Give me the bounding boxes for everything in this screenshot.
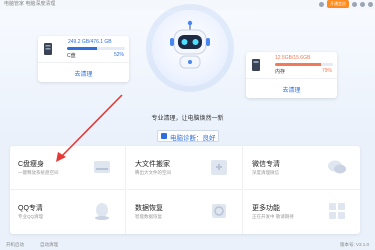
disk-divider (38, 62, 129, 63)
tool-title: 更多功能 (252, 205, 280, 212)
tool-title: QQ专清 (18, 205, 43, 212)
title-actions: 开通会员 (319, 0, 373, 8)
disk-percent: 52% (113, 52, 124, 58)
tool-subtitle: 一键释放系统盘空间 (18, 170, 59, 175)
memory-bar (275, 63, 333, 66)
memory-card: 12.5GB/15.6GB 内存 79% 去清理 (246, 52, 337, 98)
vip-button[interactable]: 开通会员 (327, 0, 349, 8)
memory-divider (246, 78, 337, 79)
diagnosis-button[interactable]: 电脑诊断：良好 (157, 130, 219, 142)
disk-usage: 249.2 GB/476.1 GB (68, 39, 112, 45)
disk-bar (67, 47, 125, 50)
disk-name: C盘 (67, 53, 76, 59)
diagnosis-label: 电脑诊断：良好 (170, 135, 216, 142)
tool-data-recovery[interactable]: 数据恢复 智能数据恢复 (127, 190, 243, 234)
recovery-icon (212, 204, 226, 218)
tool-c-slim[interactable]: C盘瘦身 一键释放系统盘空间 (10, 146, 126, 190)
tool-more[interactable]: 更多功能 正在开发中 敬请期待 (244, 190, 360, 234)
tool-title: 微信专清 (252, 161, 280, 168)
tool-subtitle: 腾出大文件的空间 (135, 170, 171, 175)
tool-big-file[interactable]: 大文件搬家 腾出大文件的空间 (127, 146, 243, 190)
menu-icon[interactable] (352, 1, 357, 7)
memory-clean-button[interactable]: 去清理 (246, 85, 337, 94)
memory-icon (252, 59, 260, 71)
memory-name: 内存 (275, 69, 286, 75)
tool-wechat[interactable]: 微信专清 深度清理微信 (244, 146, 360, 190)
wechat-icon (328, 160, 346, 174)
file-move-icon (211, 160, 227, 175)
tool-title: 大文件搬家 (135, 161, 170, 168)
disk-slim-icon (94, 161, 110, 173)
monitor-icon (161, 133, 167, 139)
qq-icon (95, 203, 109, 220)
tool-subtitle: 智能数据恢复 (135, 214, 162, 219)
title-bar: 电脑管家 电脑深度清理 开通会员 (0, 0, 375, 10)
disk-card: 249.2 GB/476.1 GB C盘 52% 去清理 (38, 36, 129, 82)
tool-title: C盘瘦身 (18, 161, 45, 168)
more-grid-icon (329, 203, 345, 219)
tool-qq[interactable]: QQ专清 专业QQ清理 (10, 190, 126, 234)
tool-subtitle: 专业QQ清理 (18, 214, 44, 219)
tool-subtitle: 深度清理微信 (252, 170, 279, 175)
app-title: 电脑管家 电脑深度清理 (4, 1, 56, 7)
version-label: 版本号: V3.1.0 (339, 242, 369, 247)
memory-percent: 79% (321, 68, 332, 74)
disk-clean-button[interactable]: 去清理 (38, 69, 129, 78)
footer: 开机启动 自动清理 版本号: V3.1.0 (0, 238, 375, 250)
autostart-toggle[interactable]: 开机启动 (6, 242, 24, 248)
tool-grid: C盘瘦身 一键释放系统盘空间 大文件搬家 腾出大文件的空间 微信专清 深度清理微… (10, 146, 360, 234)
drive-icon (44, 43, 52, 55)
tool-title: 数据恢复 (135, 205, 163, 212)
robot-icon (170, 20, 210, 69)
memory-usage: 12.5GB/15.6GB (275, 55, 311, 61)
slogan: 专业清理，让电脑焕然一新 (151, 116, 224, 122)
tool-subtitle: 正在开发中 敬请期待 (252, 214, 294, 219)
user-icon[interactable] (319, 1, 324, 7)
minimize-icon[interactable] (360, 1, 365, 7)
hero-section: 249.2 GB/476.1 GB C盘 52% 去清理 12.5GB/15.6… (0, 10, 375, 142)
close-icon[interactable] (368, 1, 373, 7)
autoclean-toggle[interactable]: 自动清理 (40, 242, 58, 248)
assistant-robot (152, 10, 228, 86)
